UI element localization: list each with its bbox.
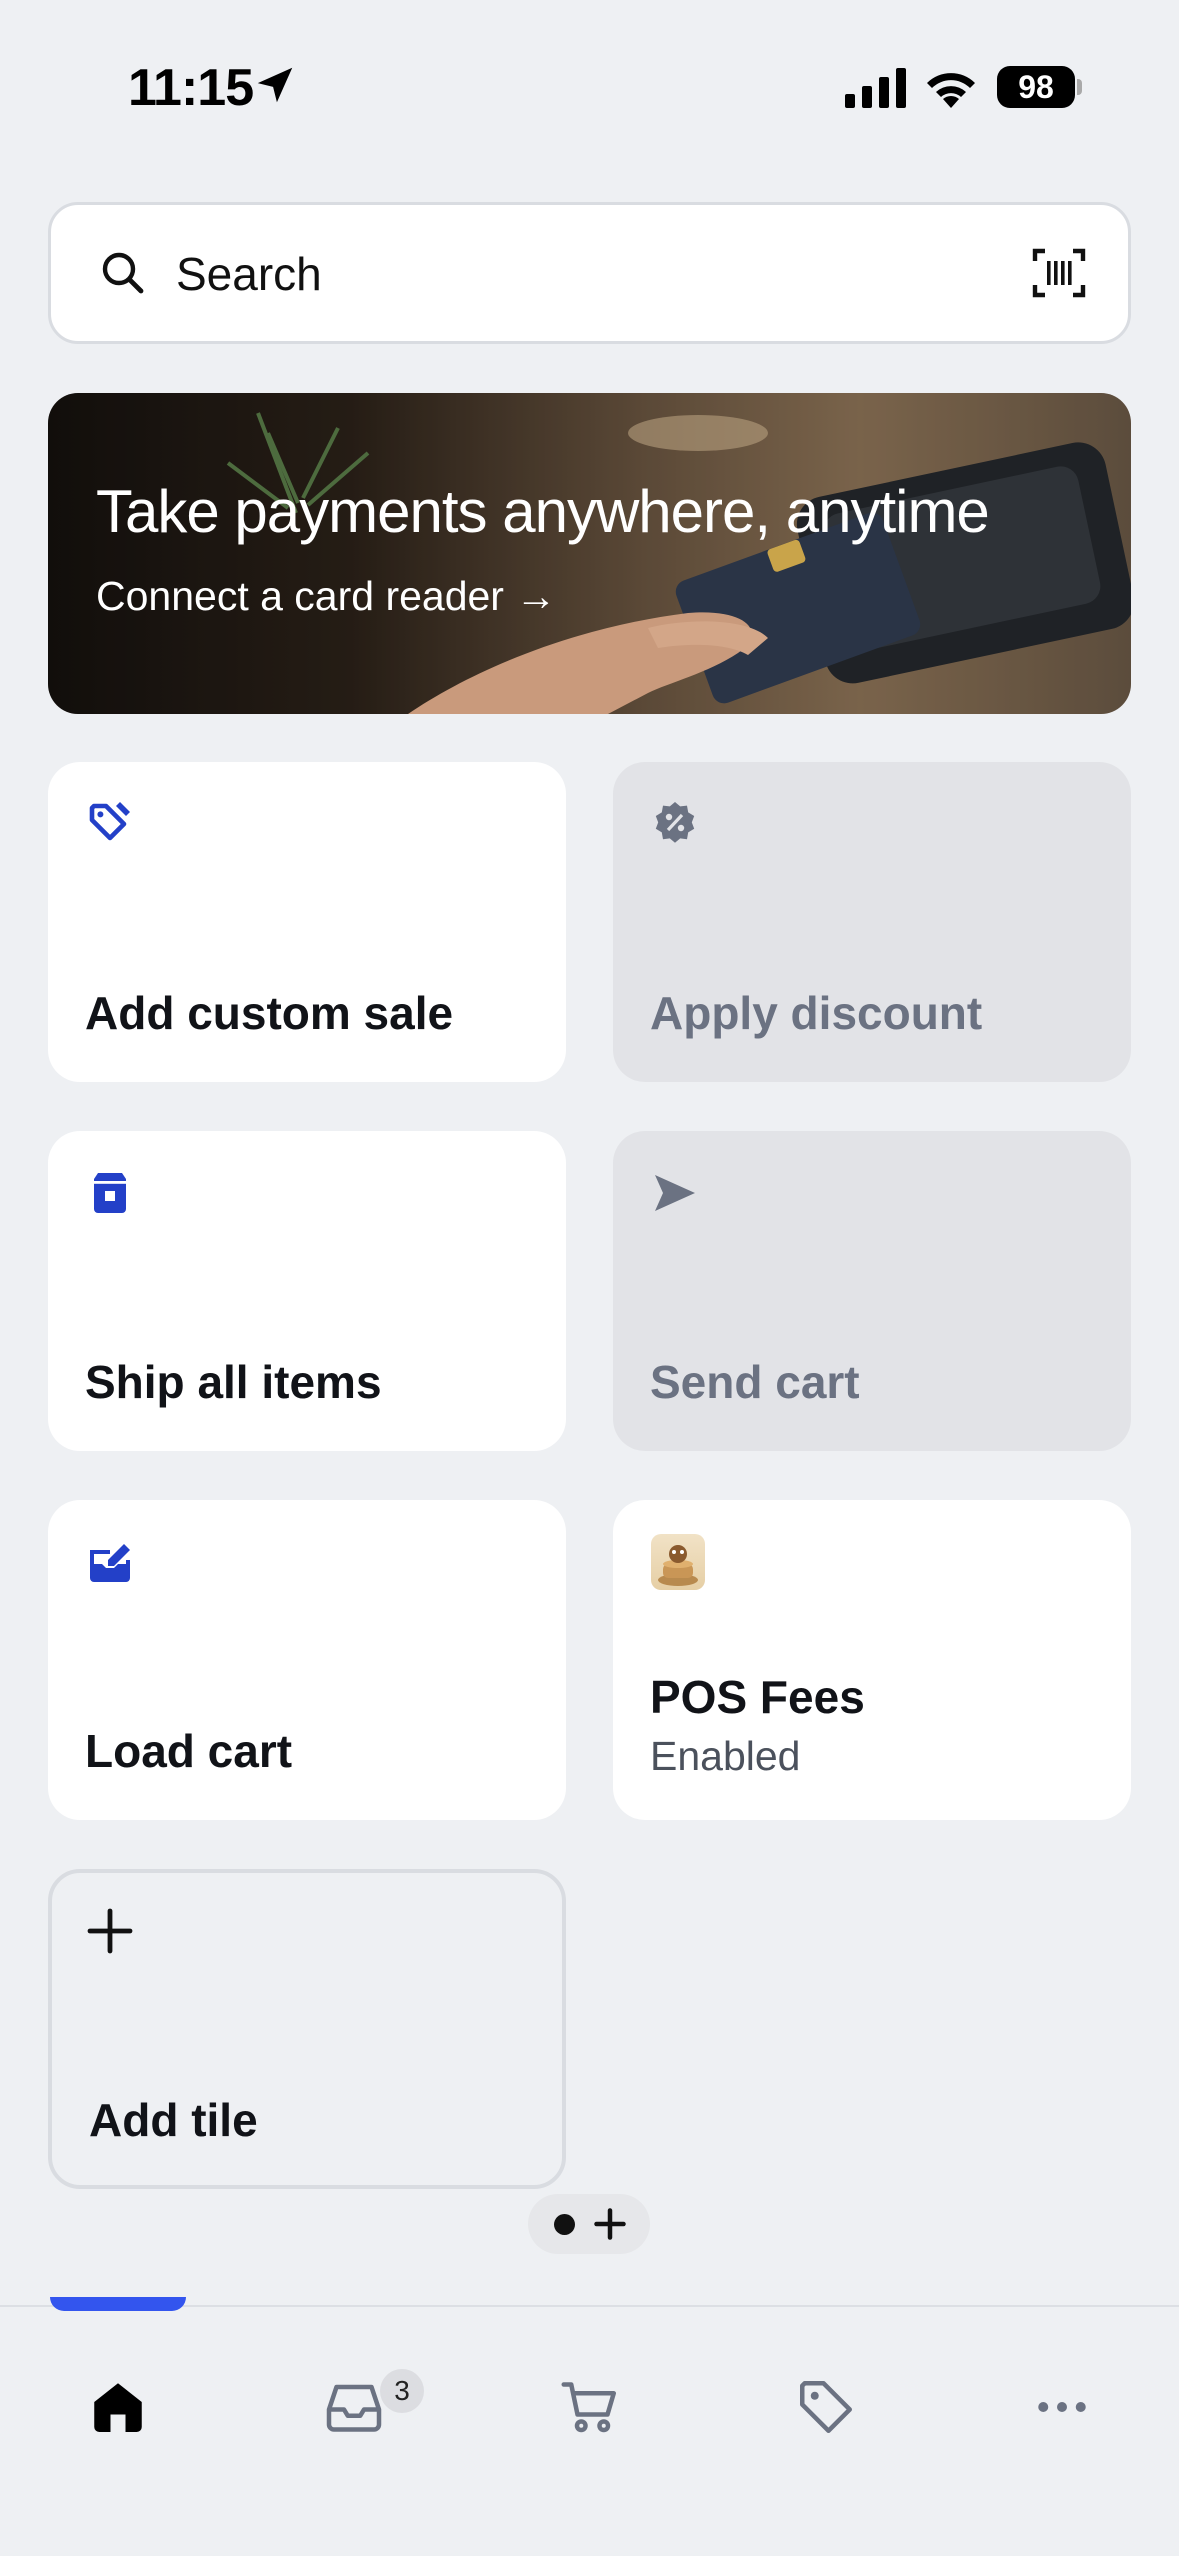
app-thumbnail [651,1534,705,1590]
tab-home[interactable] [58,2357,178,2457]
inbox-icon [326,2384,382,2432]
tile-ship-all-items[interactable]: Ship all items [48,1131,566,1451]
tile-label: POS Fees [650,1671,865,1723]
barcode-scan-icon[interactable] [1031,245,1087,301]
tab-bar: 3 [0,2297,1179,2556]
status-time: 11:15 [128,59,254,117]
box-icon [94,1173,126,1213]
active-tab-indicator [50,2297,186,2311]
tile-label: Add custom sale [85,987,454,1039]
tag-icon [800,2381,852,2433]
tile-add-tile[interactable]: Add tile [48,1869,566,2189]
tab-products[interactable] [766,2357,886,2457]
tab-cart[interactable] [530,2357,650,2457]
tile-label: Load cart [85,1725,293,1777]
card-reader-photo [48,393,1131,714]
search-input[interactable]: Search [176,247,322,301]
cellular-signal-icon [845,68,906,108]
home-icon [94,2383,142,2432]
more-icon [1038,2402,1086,2412]
battery-cap [1077,79,1082,95]
tile-add-custom-sale[interactable]: Add custom sale [48,762,566,1082]
tab-orders[interactable]: 3 [294,2357,424,2457]
tab-more[interactable] [1002,2357,1122,2457]
status-bar: 11:15 98 [0,0,1179,175]
page-dot-current[interactable] [554,2214,575,2235]
send-icon [655,1175,695,1211]
search-icon [102,252,144,294]
tile-label: Ship all items [85,1356,382,1408]
search-bar[interactable]: Search [48,202,1131,344]
tile-pos-fees[interactable]: POS Fees Enabled [613,1500,1131,1820]
location-arrow-icon [257,67,293,103]
orders-badge: 3 [380,2369,424,2413]
page-indicator[interactable] [528,2194,650,2254]
tile-load-cart[interactable]: Load cart [48,1500,566,1820]
tile-label: Send cart [650,1356,860,1408]
connect-card-reader-link[interactable]: Connect a card reader → [96,573,556,620]
battery-indicator: 98 [997,66,1075,108]
tile-label: Apply discount [650,987,983,1039]
discount-badge-icon [655,802,695,843]
cart-icon [561,2382,616,2433]
tag-edit-icon [89,802,130,841]
plus-icon [87,1908,133,1954]
tile-status: Enabled [650,1733,801,1779]
banner-title: Take payments anywhere, anytime [96,478,990,545]
inbox-edit-icon [90,1544,130,1582]
tile-send-cart[interactable]: Send cart [613,1131,1131,1451]
promo-banner[interactable]: Take payments anywhere, anytime Connect … [48,393,1131,714]
wifi-icon [927,73,975,108]
add-page-icon[interactable] [592,2206,628,2242]
tile-label: Add tile [89,2094,258,2146]
tile-apply-discount[interactable]: Apply discount [613,762,1131,1082]
